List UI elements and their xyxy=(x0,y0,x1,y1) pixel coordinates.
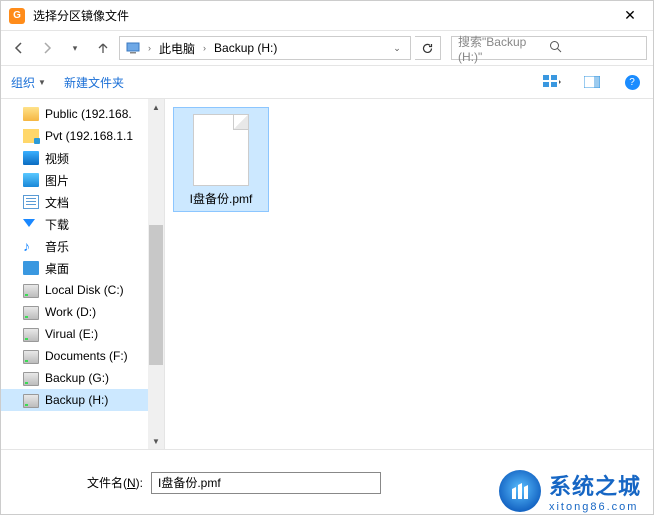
sidebar-item-label: Backup (H:) xyxy=(45,393,108,407)
sidebar-item-label: Virual (E:) xyxy=(45,327,98,341)
pc-icon xyxy=(126,42,140,54)
breadcrumb-seg-drive[interactable]: Backup (H:) xyxy=(214,41,277,55)
view-mode-button[interactable] xyxy=(541,71,563,93)
watermark-url: xitong86.com xyxy=(549,501,641,513)
address-dropdown[interactable]: ⌄ xyxy=(390,43,404,54)
up-button[interactable] xyxy=(91,36,115,60)
chevron-right-icon: › xyxy=(199,43,210,53)
breadcrumb-seg-pc[interactable]: 此电脑 xyxy=(159,40,195,57)
sidebar-item-label: 图片 xyxy=(45,172,69,189)
scroll-up-button[interactable]: ▲ xyxy=(148,99,164,115)
sidebar-item-label: 视频 xyxy=(45,150,69,167)
sidebar-item[interactable]: 图片 xyxy=(1,169,164,191)
sidebar-item-label: 文档 xyxy=(45,194,69,211)
help-icon: ? xyxy=(625,75,640,90)
sidebar-item[interactable]: Local Disk (C:) xyxy=(1,279,164,301)
forward-button[interactable] xyxy=(35,36,59,60)
close-button[interactable]: ✕ xyxy=(615,7,645,24)
sidebar-item-label: 桌面 xyxy=(45,260,69,277)
sidebar-item-label: Public (192.168. xyxy=(45,107,132,121)
sidebar-item[interactable]: Backup (H:) xyxy=(1,389,164,411)
file-icon xyxy=(193,114,249,186)
file-list[interactable]: I盘备份.pmf xyxy=(165,99,653,449)
refresh-button[interactable] xyxy=(415,36,441,60)
sidebar-item[interactable]: ♪音乐 xyxy=(1,235,164,257)
arrow-left-icon xyxy=(12,41,26,55)
sidebar-item-label: Documents (F:) xyxy=(45,349,128,363)
sidebar-item-label: 下载 xyxy=(45,216,69,233)
search-input[interactable]: 搜索"Backup (H:)" xyxy=(451,36,647,60)
chevron-right-icon: › xyxy=(144,43,155,53)
sidebar-item-label: Local Disk (C:) xyxy=(45,283,124,297)
sidebar-item-label: Work (D:) xyxy=(45,305,96,319)
sidebar-item[interactable]: Backup (G:) xyxy=(1,367,164,389)
new-folder-button[interactable]: 新建文件夹 xyxy=(64,74,124,91)
scroll-thumb[interactable] xyxy=(149,225,163,365)
sidebar-item[interactable]: 下载 xyxy=(1,213,164,235)
app-icon: G xyxy=(9,8,25,24)
help-button[interactable]: ? xyxy=(621,71,643,93)
watermark: 系统之城 xitong86.com xyxy=(499,469,641,513)
file-name: I盘备份.pmf xyxy=(176,190,266,207)
sidebar-item-label: Backup (G:) xyxy=(45,371,109,385)
back-button[interactable] xyxy=(7,36,31,60)
sidebar-item[interactable]: Work (D:) xyxy=(1,301,164,323)
arrow-right-icon xyxy=(40,41,54,55)
search-icon xyxy=(549,40,640,56)
sidebar-scrollbar[interactable]: ▲ ▼ xyxy=(148,99,164,449)
preview-pane-button[interactable] xyxy=(581,71,603,93)
address-bar[interactable]: › 此电脑 › Backup (H:) ⌄ xyxy=(119,36,411,60)
sidebar-item-label: Pvt (192.168.1.1 xyxy=(45,129,133,143)
sidebar-item[interactable]: 视频 xyxy=(1,147,164,169)
sidebar-item[interactable]: Pvt (192.168.1.1 xyxy=(1,125,164,147)
search-placeholder: 搜索"Backup (H:)" xyxy=(458,33,549,64)
thumbnails-icon xyxy=(543,75,561,89)
window-title: 选择分区镜像文件 xyxy=(33,7,615,24)
sidebar-item-label: 音乐 xyxy=(45,238,69,255)
chevron-down-icon: ▼ xyxy=(38,78,46,87)
sidebar-item[interactable]: 文档 xyxy=(1,191,164,213)
arrow-up-icon xyxy=(96,41,110,55)
watermark-logo-icon xyxy=(499,470,541,512)
sidebar-item[interactable]: Documents (F:) xyxy=(1,345,164,367)
sidebar-item[interactable]: Public (192.168. xyxy=(1,103,164,125)
sidebar-item[interactable]: 桌面 xyxy=(1,257,164,279)
refresh-icon xyxy=(421,42,434,55)
preview-icon xyxy=(584,76,600,88)
watermark-title: 系统之城 xyxy=(549,469,641,501)
organize-button[interactable]: 组织▼ xyxy=(11,74,46,91)
filename-label: 文件名(N): xyxy=(13,474,143,491)
file-item[interactable]: I盘备份.pmf xyxy=(173,107,269,212)
filename-input[interactable] xyxy=(151,472,381,494)
scroll-down-button[interactable]: ▼ xyxy=(148,433,164,449)
sidebar-item[interactable]: Virual (E:) xyxy=(1,323,164,345)
sidebar: Public (192.168. Pvt (192.168.1.1 视频图片文档下载… xyxy=(1,99,165,449)
recent-dropdown[interactable]: ▾ xyxy=(63,36,87,60)
